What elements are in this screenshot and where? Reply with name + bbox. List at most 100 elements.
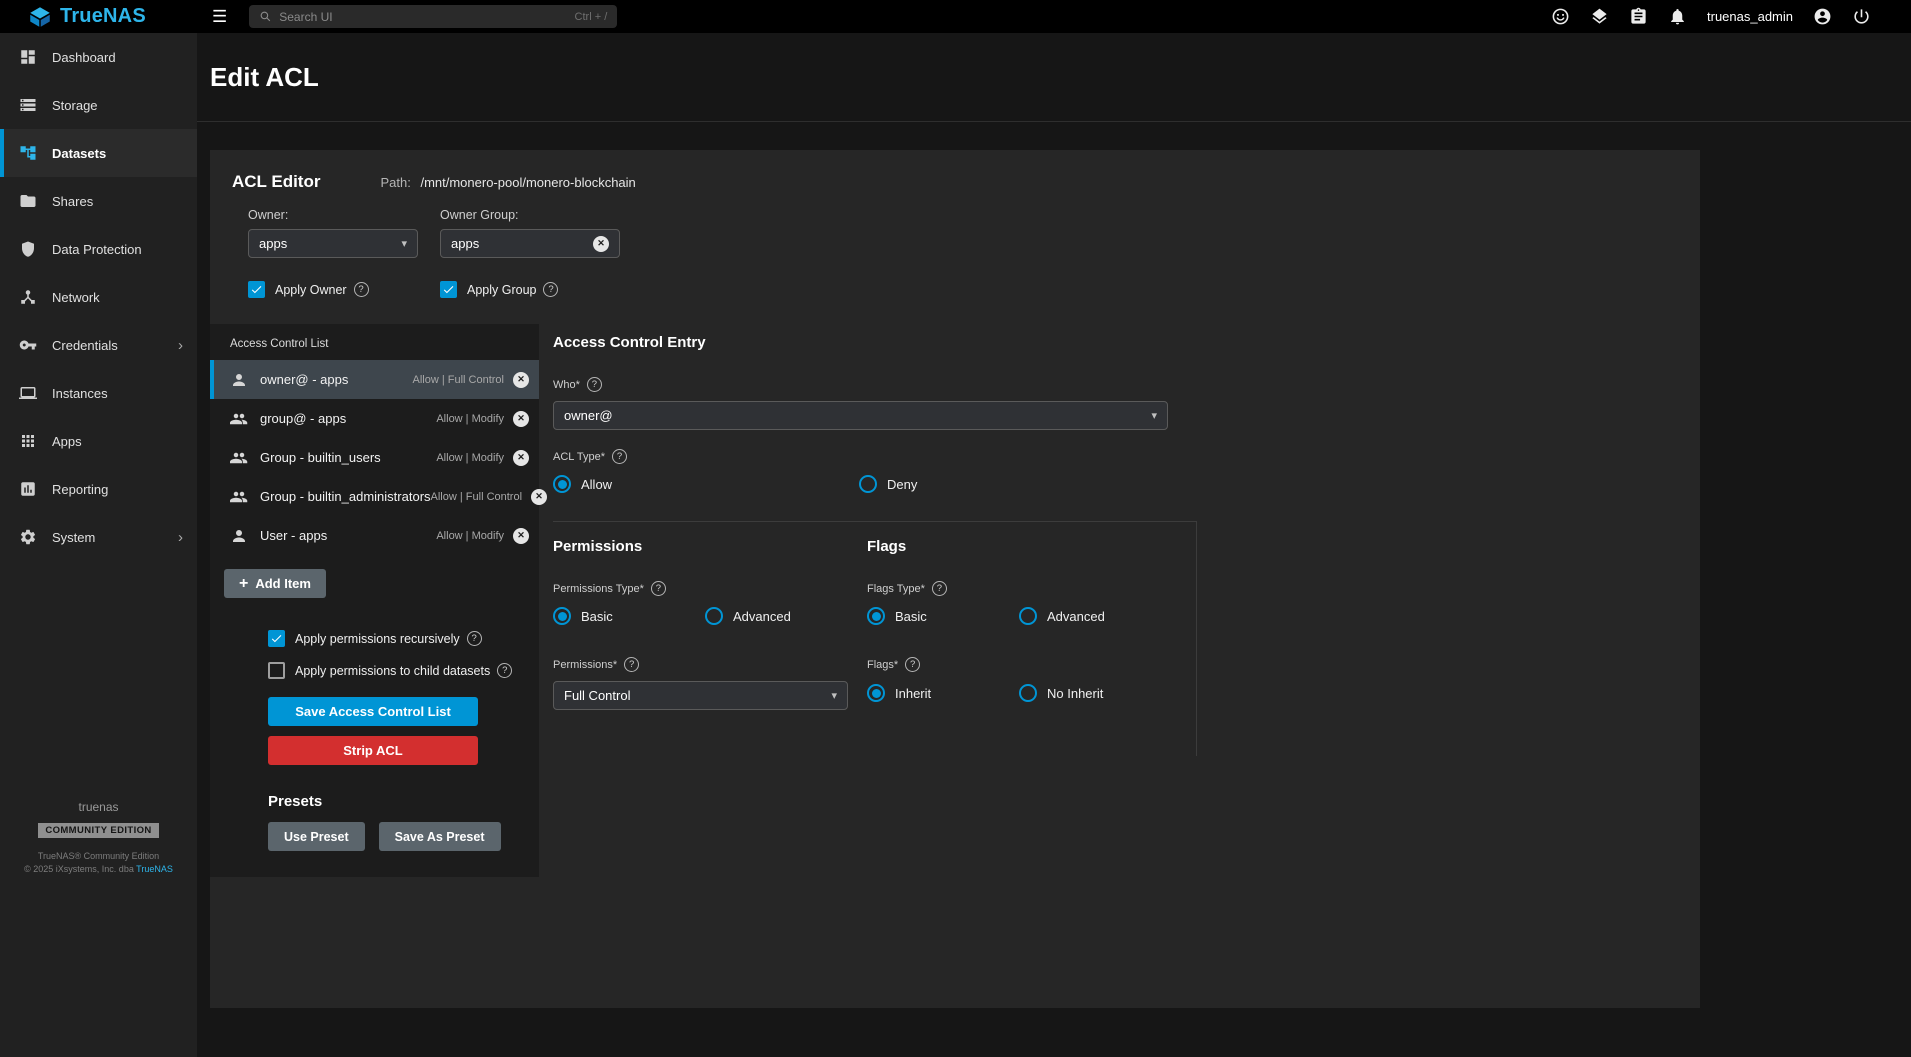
sidebar-item-apps[interactable]: Apps bbox=[0, 417, 197, 465]
child-datasets-checkbox[interactable] bbox=[268, 662, 285, 679]
clear-icon[interactable]: ✕ bbox=[593, 236, 609, 252]
notifications-bell-icon[interactable] bbox=[1668, 7, 1687, 26]
remove-entry-icon[interactable]: ✕ bbox=[513, 372, 529, 388]
help-icon[interactable]: ? bbox=[467, 631, 482, 646]
save-acl-button[interactable]: Save Access Control List bbox=[268, 697, 478, 726]
apply-options: Apply permissions recursively ? Apply pe… bbox=[268, 630, 539, 679]
who-select[interactable]: owner@ ▾ bbox=[553, 401, 1168, 430]
sidebar-item-dashboard[interactable]: Dashboard bbox=[0, 33, 197, 81]
add-item-button[interactable]: + Add Item bbox=[224, 569, 326, 598]
sidebar-item-label: Apps bbox=[52, 434, 82, 449]
tasks-clipboard-icon[interactable] bbox=[1629, 7, 1648, 26]
path-value: /mnt/monero-pool/monero-blockchain bbox=[420, 175, 635, 190]
permissions-type-advanced-radio[interactable]: Advanced bbox=[705, 607, 791, 625]
sidebar-item-data-protection[interactable]: Data Protection bbox=[0, 225, 197, 273]
gear-icon bbox=[19, 528, 37, 546]
flags-type-basic-radio[interactable]: Basic bbox=[867, 607, 1019, 625]
acl-type-allow-radio[interactable]: Allow bbox=[553, 475, 859, 493]
sidebar-item-datasets[interactable]: Datasets bbox=[0, 129, 197, 177]
user-icon bbox=[230, 371, 248, 389]
remove-entry-icon[interactable]: ✕ bbox=[513, 450, 529, 466]
user-avatar-icon[interactable] bbox=[1813, 7, 1832, 26]
help-icon[interactable]: ? bbox=[543, 282, 558, 297]
presets-title: Presets bbox=[268, 793, 539, 810]
permissions-flags-section: Permissions Permissions Type* ? Basic bbox=[553, 522, 1197, 756]
search-bar[interactable]: Ctrl + / bbox=[249, 5, 617, 28]
sidebar-item-network[interactable]: Network bbox=[0, 273, 197, 321]
key-icon bbox=[19, 336, 37, 354]
apply-group-checkbox-row[interactable]: Apply Group ? bbox=[440, 281, 620, 298]
flags-no-inherit-radio[interactable]: No Inherit bbox=[1019, 684, 1103, 702]
save-as-preset-button[interactable]: Save As Preset bbox=[379, 822, 501, 851]
help-icon[interactable]: ? bbox=[932, 581, 947, 596]
acl-entry-name: group@ - apps bbox=[260, 411, 346, 426]
acl-entry-permission: Allow | Modify bbox=[436, 530, 504, 542]
dashboard-icon bbox=[19, 48, 37, 66]
help-icon[interactable]: ? bbox=[587, 377, 602, 392]
help-icon[interactable]: ? bbox=[497, 663, 512, 678]
acl-type-deny-radio[interactable]: Deny bbox=[859, 475, 917, 493]
strip-acl-button[interactable]: Strip ACL bbox=[268, 736, 478, 765]
check-icon bbox=[442, 283, 455, 296]
use-preset-button[interactable]: Use Preset bbox=[268, 822, 365, 851]
acl-entry-row[interactable]: group@ - apps Allow | Modify ✕ bbox=[210, 399, 539, 438]
owner-group-select[interactable]: apps ✕ bbox=[440, 229, 620, 258]
path-label: Path: bbox=[380, 175, 410, 190]
sidebar-item-label: Instances bbox=[52, 386, 108, 401]
acl-editor-title: ACL Editor bbox=[232, 172, 320, 192]
feedback-smiley-icon[interactable] bbox=[1551, 7, 1570, 26]
radio-label: No Inherit bbox=[1047, 686, 1103, 701]
remove-entry-icon[interactable]: ✕ bbox=[513, 411, 529, 427]
help-icon[interactable]: ? bbox=[905, 657, 920, 672]
acl-editor-card: ACL Editor Path: /mnt/monero-pool/monero… bbox=[210, 150, 1700, 1008]
sidebar-item-storage[interactable]: Storage bbox=[0, 81, 197, 129]
brand-text: TrueNAS bbox=[60, 5, 146, 28]
radio-circle bbox=[705, 607, 723, 625]
help-icon[interactable]: ? bbox=[624, 657, 639, 672]
flags-type-advanced-radio[interactable]: Advanced bbox=[1019, 607, 1105, 625]
chevron-down-icon: ▾ bbox=[401, 237, 407, 250]
sidebar-item-credentials[interactable]: Credentials › bbox=[0, 321, 197, 369]
sidebar-item-label: System bbox=[52, 530, 95, 545]
permissions-select[interactable]: Full Control ▾ bbox=[553, 681, 848, 710]
owner-select[interactable]: apps ▾ bbox=[248, 229, 418, 258]
child-datasets-checkbox-row[interactable]: Apply permissions to child datasets ? bbox=[268, 662, 539, 679]
sidebar-item-label: Storage bbox=[52, 98, 98, 113]
acl-entry-permission: Allow | Modify bbox=[436, 413, 504, 425]
owner-group-select-value: apps bbox=[451, 236, 593, 251]
help-icon[interactable]: ? bbox=[354, 282, 369, 297]
flags-inherit-radio[interactable]: Inherit bbox=[867, 684, 1019, 702]
acl-entry-name: owner@ - apps bbox=[260, 372, 348, 387]
search-input[interactable] bbox=[279, 10, 567, 24]
copyright-brand-link[interactable]: TrueNAS bbox=[136, 864, 173, 874]
jobs-layers-icon[interactable] bbox=[1590, 7, 1609, 26]
logged-in-username[interactable]: truenas_admin bbox=[1707, 9, 1793, 24]
acl-entry-row[interactable]: owner@ - apps Allow | Full Control ✕ bbox=[210, 360, 539, 399]
acl-entry-row[interactable]: User - apps Allow | Modify ✕ bbox=[210, 516, 539, 555]
help-icon[interactable]: ? bbox=[612, 449, 627, 464]
truenas-logo[interactable]: TrueNAS bbox=[0, 5, 197, 29]
hamburger-menu-icon[interactable]: ☰ bbox=[212, 8, 227, 25]
acl-entry-name: Group - builtin_users bbox=[260, 450, 381, 465]
ace-title: Access Control Entry bbox=[553, 334, 1700, 351]
apply-owner-checkbox-row[interactable]: Apply Owner ? bbox=[248, 281, 418, 298]
recursive-checkbox-row[interactable]: Apply permissions recursively ? bbox=[268, 630, 539, 647]
acl-entry-row[interactable]: Group - builtin_users Allow | Modify ✕ bbox=[210, 438, 539, 477]
help-icon[interactable]: ? bbox=[651, 581, 666, 596]
apply-group-checkbox[interactable] bbox=[440, 281, 457, 298]
sidebar-item-shares[interactable]: Shares bbox=[0, 177, 197, 225]
radio-circle bbox=[553, 475, 571, 493]
permissions-type-basic-radio[interactable]: Basic bbox=[553, 607, 705, 625]
power-icon[interactable] bbox=[1852, 7, 1871, 26]
sidebar-item-system[interactable]: System › bbox=[0, 513, 197, 561]
main-content: Edit ACL ACL Editor Path: /mnt/monero-po… bbox=[197, 33, 1911, 1057]
sidebar-item-reporting[interactable]: Reporting bbox=[0, 465, 197, 513]
recursive-checkbox[interactable] bbox=[268, 630, 285, 647]
apply-owner-checkbox[interactable] bbox=[248, 281, 265, 298]
dataset-path: Path: /mnt/monero-pool/monero-blockchain bbox=[380, 175, 635, 190]
acl-entry-row[interactable]: Group - builtin_administrators Allow | F… bbox=[210, 477, 539, 516]
topbar-actions: truenas_admin bbox=[1551, 7, 1911, 26]
remove-entry-icon[interactable]: ✕ bbox=[513, 528, 529, 544]
sidebar-item-instances[interactable]: Instances bbox=[0, 369, 197, 417]
chevron-right-icon: › bbox=[178, 529, 183, 546]
